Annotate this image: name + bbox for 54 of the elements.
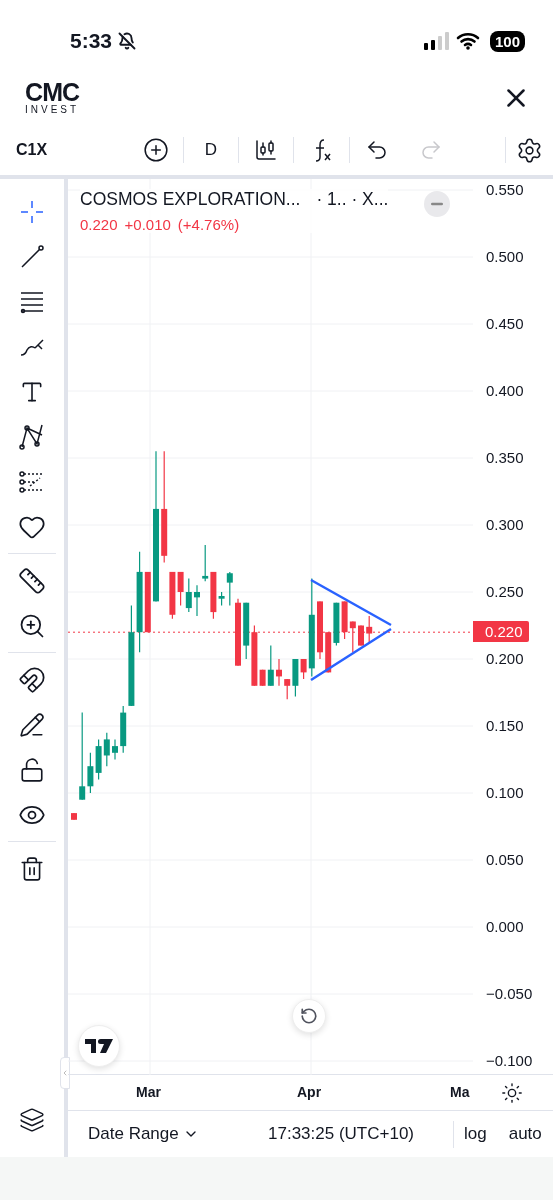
logo: CMC xyxy=(25,80,80,104)
price-axis-label: 0.050 xyxy=(486,851,524,868)
current-price-tag: 0.220 xyxy=(473,621,529,643)
price-axis-label: −0.100 xyxy=(486,1052,533,1069)
bell-off-icon xyxy=(118,32,137,50)
chart-logo-button[interactable] xyxy=(78,1025,120,1067)
battery-level: 100 xyxy=(489,30,525,52)
clock-time: 17:33:25 (UTC+10) xyxy=(268,1124,415,1144)
price-change-percent: (+4.76%) xyxy=(177,216,240,233)
status-time: 5:33 xyxy=(70,29,113,53)
candle xyxy=(235,598,241,667)
symbol-label[interactable]: C1X xyxy=(0,141,73,159)
price-axis-label: 0.300 xyxy=(486,516,524,533)
collapse-handle[interactable] xyxy=(60,1057,70,1089)
price-axis-label: 0.100 xyxy=(486,784,524,801)
price-change: +0.010 xyxy=(124,216,171,233)
reset-chart-button[interactable] xyxy=(292,999,326,1033)
price-axis-label: 0.450 xyxy=(486,315,524,332)
price-axis-label: 0.000 xyxy=(486,918,524,935)
price-axis-label: 0.400 xyxy=(486,382,524,399)
layers-icon[interactable] xyxy=(19,1107,45,1133)
date-range-dropdown[interactable]: Date Range xyxy=(88,1124,268,1144)
date-axis-label: Mar xyxy=(136,1084,161,1101)
price-axis-label: −0.050 xyxy=(486,985,533,1002)
candle xyxy=(317,600,323,660)
reset-icon xyxy=(300,1007,318,1025)
date-axis-label: Ma xyxy=(450,1084,470,1101)
price-axis-label: 0.350 xyxy=(486,449,524,466)
candle xyxy=(276,658,282,687)
collapse-legend-button[interactable] xyxy=(424,191,450,217)
price-axis-label: 0.550 xyxy=(486,181,524,198)
sun-icon[interactable] xyxy=(501,1081,523,1104)
interval-button[interactable]: D xyxy=(198,139,224,161)
symbol-details: · 1.. · X... xyxy=(316,189,389,210)
auto-scale-button[interactable]: auto xyxy=(508,1124,542,1144)
candle xyxy=(358,624,364,647)
last-price: 0.220 xyxy=(80,216,118,233)
logo-icon xyxy=(85,1039,113,1053)
price-axis-label: 0.200 xyxy=(486,650,524,667)
price-axis-label: 0.150 xyxy=(486,717,524,734)
date-axis-label: Apr xyxy=(297,1084,322,1101)
price-axis-label: 0.250 xyxy=(486,583,524,600)
symbol-title: COSMOS EXPLORATION... xyxy=(80,189,301,210)
signal-icon xyxy=(423,32,450,50)
add-icon[interactable] xyxy=(142,137,169,163)
log-scale-button[interactable]: log xyxy=(464,1124,487,1144)
logo-subtitle: INVEST xyxy=(25,104,80,115)
candle xyxy=(112,738,118,761)
candle xyxy=(366,615,373,644)
candle xyxy=(194,584,200,617)
price-axis-label: 0.500 xyxy=(486,248,524,265)
wifi-icon xyxy=(455,32,480,50)
candlestick-icon[interactable] xyxy=(254,138,279,162)
candle xyxy=(71,812,77,821)
